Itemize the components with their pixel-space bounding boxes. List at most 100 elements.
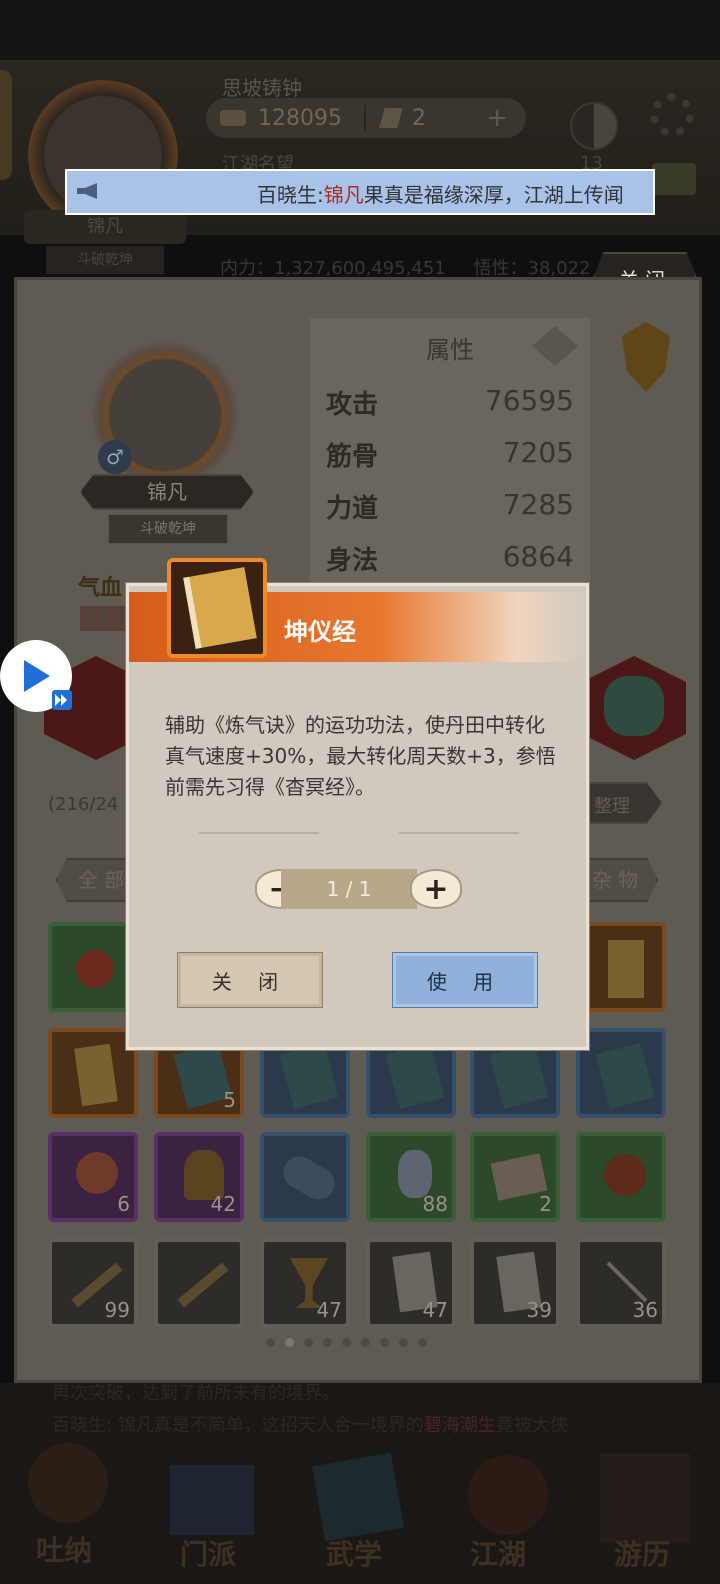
qixue-label: 气血	[78, 576, 123, 601]
dialog-title: 坤仪经	[284, 618, 356, 646]
log-line-2-text: 百晓生: 锦凡真是不简单，这招天人合一境界的	[52, 1415, 424, 1436]
book-icon	[167, 558, 267, 658]
item-count: 6	[117, 1192, 130, 1216]
scroll-book-icon	[279, 1043, 339, 1109]
inventory-slot[interactable]	[48, 1028, 138, 1118]
page-dot[interactable]	[266, 1338, 275, 1347]
inventory-slot[interactable]: 2	[470, 1132, 560, 1222]
nav-tuna-icon	[28, 1443, 108, 1523]
nav-wuxue-icon	[312, 1452, 404, 1542]
inventory-slot[interactable]: 39	[470, 1238, 560, 1328]
item-count: 36	[632, 1298, 658, 1322]
close-button[interactable]: 关 闭	[177, 952, 323, 1008]
needles-icon	[606, 1261, 648, 1303]
item-count: 39	[526, 1298, 552, 1322]
nav-menpai[interactable]: 门派	[180, 1533, 236, 1573]
vase-icon	[398, 1150, 432, 1198]
nav-youli-icon	[600, 1453, 690, 1543]
page-dot[interactable]	[342, 1338, 351, 1347]
item-count: 88	[422, 1192, 448, 1216]
nav-youli[interactable]: 游历	[614, 1533, 670, 1573]
attr-value-attack: 76595	[484, 384, 574, 417]
log-line-2: 百晓生: 锦凡真是不简单，这招天人合一境界的碧海潮生竟被大侠	[52, 1411, 568, 1437]
notice-prefix: 百晓生:	[257, 183, 324, 207]
top-left-frame-edge	[0, 70, 12, 180]
item-count: 2	[539, 1192, 552, 1216]
top-title-badge: 斗破乾坤	[46, 246, 164, 274]
page-dot[interactable]	[304, 1338, 313, 1347]
top-name-badge: 锦凡	[24, 210, 186, 244]
name-badge: 锦凡	[80, 474, 254, 510]
eye-icon[interactable]	[532, 326, 578, 366]
scroll-book-icon	[385, 1043, 445, 1109]
nav-jianghu[interactable]: 江湖	[470, 1533, 526, 1573]
book-cover	[183, 567, 257, 649]
item-count: 47	[316, 1298, 342, 1322]
inventory-slot[interactable]	[576, 1132, 666, 1222]
inventory-slot[interactable]: 36	[576, 1238, 666, 1328]
add-currency-icon[interactable]: +	[486, 103, 508, 133]
nav-jianghu-icon	[468, 1455, 548, 1535]
herb-icon	[604, 1154, 646, 1196]
log-line-1: 再次突破，达到了前所未有的境界。	[52, 1383, 340, 1404]
bag-capacity: (216/24	[48, 794, 119, 815]
page-dot[interactable]	[399, 1338, 408, 1347]
inventory-slot[interactable]: 47	[260, 1238, 350, 1328]
nav-menpai-icon	[170, 1465, 254, 1535]
inventory-slot[interactable]: 99	[48, 1238, 138, 1328]
neili-stat: 内力：1,327,600,495,451	[220, 258, 446, 279]
log-line-2-highlight: 碧海潮生	[423, 1415, 496, 1436]
attr-value-jingu: 7205	[502, 436, 574, 469]
nav-tuna[interactable]: 吐纳	[36, 1529, 92, 1569]
inventory-slot[interactable]	[154, 1238, 244, 1328]
attr-name-attack: 攻击	[326, 390, 379, 420]
item-count: 5	[223, 1088, 236, 1112]
attr-name-shenfa: 身法	[326, 546, 379, 576]
broom-icon	[177, 1262, 229, 1308]
inventory-slot[interactable]	[260, 1132, 350, 1222]
nav-wuxue[interactable]: 武学	[326, 1533, 382, 1573]
book-icon	[608, 940, 644, 998]
inventory-slot[interactable]: 42	[154, 1132, 244, 1222]
quantity-display: 1 / 1	[281, 869, 417, 909]
attr-name-lidao: 力道	[326, 494, 379, 524]
video-play-button[interactable]	[0, 640, 72, 712]
inventory-slot[interactable]	[48, 922, 138, 1012]
page-dot[interactable]	[418, 1338, 427, 1347]
use-button[interactable]: 使 用	[392, 952, 538, 1008]
attr-name-jingu: 筋骨	[326, 442, 379, 472]
page-dot[interactable]	[323, 1338, 332, 1347]
organize-label: 整理	[594, 796, 630, 817]
inventory-slot[interactable]: 6	[48, 1132, 138, 1222]
mail-icon[interactable]	[652, 163, 696, 195]
attribute-header: 属性	[426, 336, 474, 364]
page-dot[interactable]	[361, 1338, 370, 1347]
dialog-description: 辅助《炼气诀》的运功功法，使丹田中转化真气速度+30%，最大转化周天数+3，参悟…	[165, 713, 556, 799]
gem-value: 2	[411, 105, 426, 131]
item-detail-dialog: 坤仪经 辅助《炼气诀》的运功功法，使丹田中转化真气速度+30%，最大转化周天数+…	[126, 558, 589, 1050]
announcement-banner: 百晓生:锦凡果真是福缘深厚，江湖上传闻	[65, 169, 655, 215]
item-count: 47	[422, 1298, 448, 1322]
bottom-area: 再次突破，达到了前所未有的境界。 百晓生: 锦凡真是不简单，这招天人合一境界的碧…	[0, 1383, 720, 1584]
notice-player-name: 锦凡	[323, 183, 364, 207]
inventory-slot[interactable]: 47	[366, 1238, 456, 1328]
separator	[363, 105, 366, 131]
megaphone-icon	[75, 182, 101, 200]
header-title: 思坡铸钟	[222, 76, 302, 100]
inventory-slot[interactable]	[576, 1028, 666, 1118]
item-count: 42	[210, 1192, 236, 1216]
gear-icon[interactable]	[650, 93, 694, 137]
page-dot-active[interactable]	[285, 1338, 294, 1347]
increase-quantity-button[interactable]: +	[410, 869, 462, 909]
orb-icon	[76, 1152, 118, 1194]
yin-yang-icon[interactable]	[570, 102, 618, 150]
page-dot[interactable]	[380, 1338, 389, 1347]
notice-suffix: 果真是福缘深厚，江湖上传闻	[363, 183, 624, 207]
coin-counter[interactable]: 128095 2 +	[206, 98, 526, 138]
attr-value-lidao: 7285	[502, 488, 574, 521]
scroll-book-icon	[595, 1043, 655, 1109]
inventory-slot[interactable]	[576, 922, 666, 1012]
mount-icon	[604, 676, 664, 736]
title-badge: 斗破乾坤	[108, 514, 228, 544]
inventory-slot[interactable]: 88	[366, 1132, 456, 1222]
